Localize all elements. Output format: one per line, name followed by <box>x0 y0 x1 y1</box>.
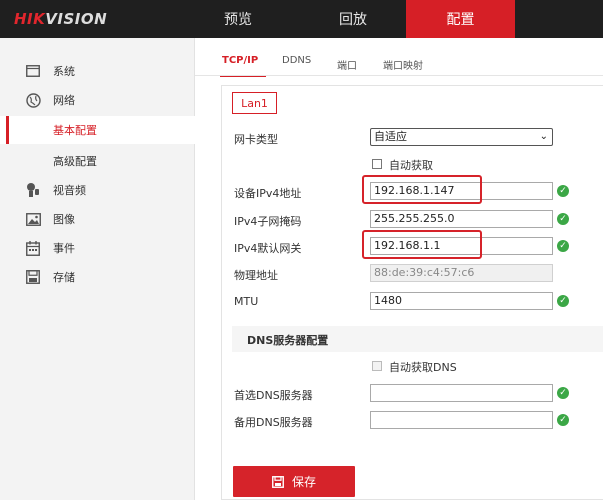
globe-icon <box>25 92 41 108</box>
sidebar-item-audio-video[interactable]: 视音频 <box>0 176 195 204</box>
ipv4-address-label: 设备IPv4地址 <box>234 187 302 200</box>
dhcp-checkbox[interactable] <box>372 159 382 169</box>
sidebar-item-advanced-config[interactable]: 高级配置 <box>0 147 195 175</box>
mtu-input[interactable]: 1480 <box>370 292 553 310</box>
hikvision-logo: HIK VISION <box>0 0 200 38</box>
sidebar-item-storage[interactable]: 存储 <box>0 263 195 291</box>
save-button-label: 保存 <box>291 475 316 489</box>
annotation-highlight-ip <box>362 175 482 204</box>
alternate-dns-label: 备用DNS服务器 <box>234 416 313 429</box>
mac-field: 88:de:39:c4:57:c6 <box>370 264 553 282</box>
sidebar-item-event[interactable]: 事件 <box>0 234 195 262</box>
audio-video-icon <box>25 182 41 198</box>
nic-type-value: 自适应 <box>374 130 407 143</box>
sidebar-item-label: 网络 <box>53 94 75 107</box>
ipv4-gateway-label: IPv4默认网关 <box>234 242 302 255</box>
sidebar-item-label: 存储 <box>53 271 75 284</box>
preferred-dns-input[interactable] <box>370 384 553 402</box>
image-icon <box>25 211 41 227</box>
sidebar-item-network[interactable]: 网络 <box>0 86 195 114</box>
annotation-highlight-gateway <box>362 230 482 259</box>
monitor-icon <box>25 63 41 79</box>
auto-dns-label: 自动获取DNS <box>389 361 457 374</box>
save-button[interactable]: 保存 <box>233 466 355 497</box>
save-icon <box>272 475 284 488</box>
dhcp-label: 自动获取 <box>389 159 433 172</box>
nav-playback[interactable]: 回放 <box>303 0 403 38</box>
sidebar-item-system[interactable]: 系统 <box>0 57 195 85</box>
tab-port[interactable]: 端口 <box>337 57 357 81</box>
sidebar-item-label: 基本配置 <box>53 124 97 137</box>
alternate-dns-input[interactable] <box>370 411 553 429</box>
sidebar-item-label: 系统 <box>53 65 75 78</box>
chevron-down-icon: ⌄ <box>539 131 548 142</box>
valid-check-icon: ✓ <box>557 387 569 399</box>
nic-type-select[interactable]: 自适应 ⌄ <box>370 128 553 146</box>
auto-dns-checkbox[interactable] <box>372 361 382 371</box>
tab-port-mapping[interactable]: 端口映射 <box>383 57 423 81</box>
valid-check-icon: ✓ <box>557 414 569 426</box>
top-navigation-bar: HIK VISION 预览 回放 配置 <box>0 0 603 38</box>
logo-vision-text: VISION <box>45 10 108 28</box>
mtu-label: MTU <box>234 295 259 308</box>
sidebar-item-image[interactable]: 图像 <box>0 205 195 233</box>
ipv4-mask-input[interactable]: 255.255.255.0 <box>370 210 553 228</box>
preferred-dns-label: 首选DNS服务器 <box>234 389 313 402</box>
dns-section-title: DNS服务器配置 <box>247 334 329 347</box>
tab-lan1[interactable]: Lan1 <box>232 92 277 114</box>
nic-type-label: 网卡类型 <box>234 133 278 146</box>
sidebar-item-basic-config[interactable]: 基本配置 <box>0 116 195 144</box>
valid-check-icon: ✓ <box>557 213 569 225</box>
sidebar: 系统 网络 基本配置 高级配置 视音频 图像 事件 存储 <box>0 38 195 500</box>
sidebar-item-label: 事件 <box>53 242 75 255</box>
tab-divider <box>195 75 603 76</box>
valid-check-icon: ✓ <box>557 295 569 307</box>
ipv4-mask-label: IPv4子网掩码 <box>234 215 302 228</box>
mac-label: 物理地址 <box>234 269 278 282</box>
valid-check-icon: ✓ <box>557 185 569 197</box>
storage-icon <box>25 269 41 285</box>
nav-configuration[interactable]: 配置 <box>406 0 515 38</box>
sidebar-item-label: 高级配置 <box>53 155 97 168</box>
sidebar-item-label: 视音频 <box>53 184 86 197</box>
valid-check-icon: ✓ <box>557 240 569 252</box>
logo-hik-text: HIK <box>14 10 46 28</box>
sidebar-item-label: 图像 <box>53 213 75 226</box>
nav-preview[interactable]: 预览 <box>200 0 276 38</box>
calendar-icon <box>25 240 41 256</box>
